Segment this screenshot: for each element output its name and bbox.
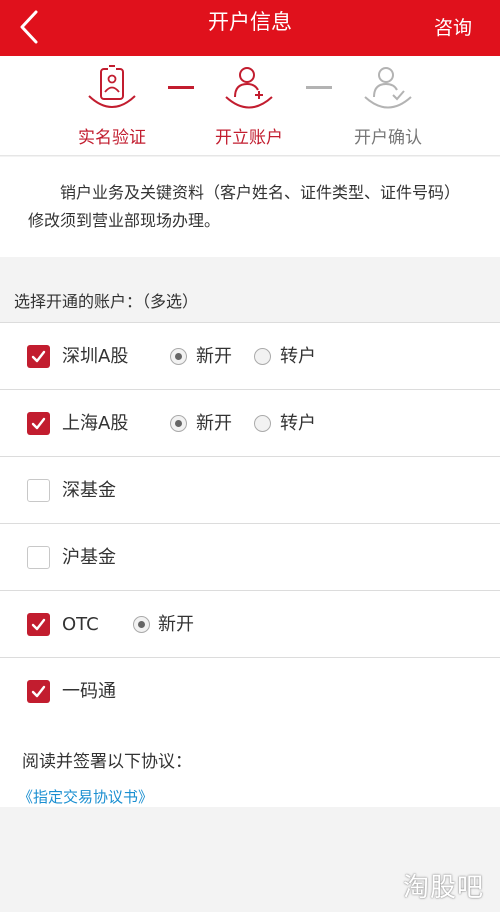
account-label: 上海A股 <box>62 413 129 434</box>
consult-button[interactable]: 咨询 <box>434 0 472 56</box>
section-title: 选择开通的账户：（多选） <box>14 292 199 311</box>
step-label: 实名验证 <box>78 128 146 148</box>
account-label: OTC <box>62 614 99 635</box>
checkbox[interactable] <box>27 345 50 368</box>
radio-new-open[interactable] <box>170 348 187 365</box>
watermark: 淘股吧 <box>402 873 484 903</box>
step-label: 开户确认 <box>354 128 422 148</box>
radio-label[interactable]: 转户 <box>280 390 316 457</box>
account-label: 一码通 <box>62 681 116 702</box>
account-label: 沪基金 <box>62 547 116 568</box>
check-icon <box>31 618 46 631</box>
account-list: 深圳A股 新开 转户 上海A股 新开 转户 深基金 沪基金 OTC 新开 一码通 <box>0 322 500 725</box>
account-row-shanghai-a-share: 上海A股 新开 转户 <box>0 390 500 457</box>
user-add-icon <box>225 67 273 109</box>
user-check-icon <box>364 67 412 109</box>
step-connector <box>168 86 194 89</box>
radio-transfer[interactable] <box>254 348 271 365</box>
account-row-yimatong: 一码通 <box>0 658 500 725</box>
agreement-link[interactable]: 《指定交易协议书》 <box>18 786 153 807</box>
account-row-shenzhen-fund: 深基金 <box>0 457 500 524</box>
checkbox[interactable] <box>27 546 50 569</box>
radio-label[interactable]: 转户 <box>280 323 316 390</box>
top-bar: 开户信息 咨询 <box>0 0 500 56</box>
radio-transfer[interactable] <box>254 415 271 432</box>
radio-new-open[interactable] <box>170 415 187 432</box>
radio-label[interactable]: 新开 <box>158 591 194 658</box>
step-label: 开立账户 <box>215 128 283 148</box>
checkbox[interactable] <box>27 613 50 636</box>
step-open-account: 开立账户 <box>194 56 304 156</box>
check-icon <box>31 685 46 698</box>
account-label: 深基金 <box>62 480 116 501</box>
account-row-otc: OTC 新开 <box>0 591 500 658</box>
step-connector <box>306 86 332 89</box>
notice-text: 销户业务及关键资料（客户姓名、证件类型、证件号码）修改须到营业部现场办理。 <box>28 183 461 230</box>
checkbox[interactable] <box>27 479 50 502</box>
checkbox[interactable] <box>27 412 50 435</box>
id-card-icon <box>88 65 136 108</box>
radio-label[interactable]: 新开 <box>196 323 232 390</box>
check-icon <box>31 350 46 363</box>
notice-panel: 销户业务及关键资料（客户姓名、证件类型、证件号码）修改须到营业部现场办理。 <box>0 157 500 257</box>
account-row-shenzhen-a-share: 深圳A股 新开 转户 <box>0 323 500 390</box>
radio-new-open[interactable] <box>133 616 150 633</box>
step-real-name-verification: 实名验证 <box>57 56 167 156</box>
step-progress: 实名验证 开立账户 开户确认 <box>0 56 500 156</box>
back-button[interactable] <box>14 8 50 48</box>
page-title: 开户信息 <box>208 10 292 34</box>
radio-label[interactable]: 新开 <box>196 390 232 457</box>
account-row-shanghai-fund: 沪基金 <box>0 524 500 591</box>
account-label: 深圳A股 <box>62 346 129 367</box>
check-icon <box>31 417 46 430</box>
chevron-left-icon <box>20 10 38 44</box>
checkbox[interactable] <box>27 680 50 703</box>
agreement-prompt: 阅读并签署以下协议： <box>22 752 192 772</box>
step-account-confirmation: 开户确认 <box>333 56 443 156</box>
agreement-panel: 阅读并签署以下协议： 《指定交易协议书》 <box>0 723 500 807</box>
